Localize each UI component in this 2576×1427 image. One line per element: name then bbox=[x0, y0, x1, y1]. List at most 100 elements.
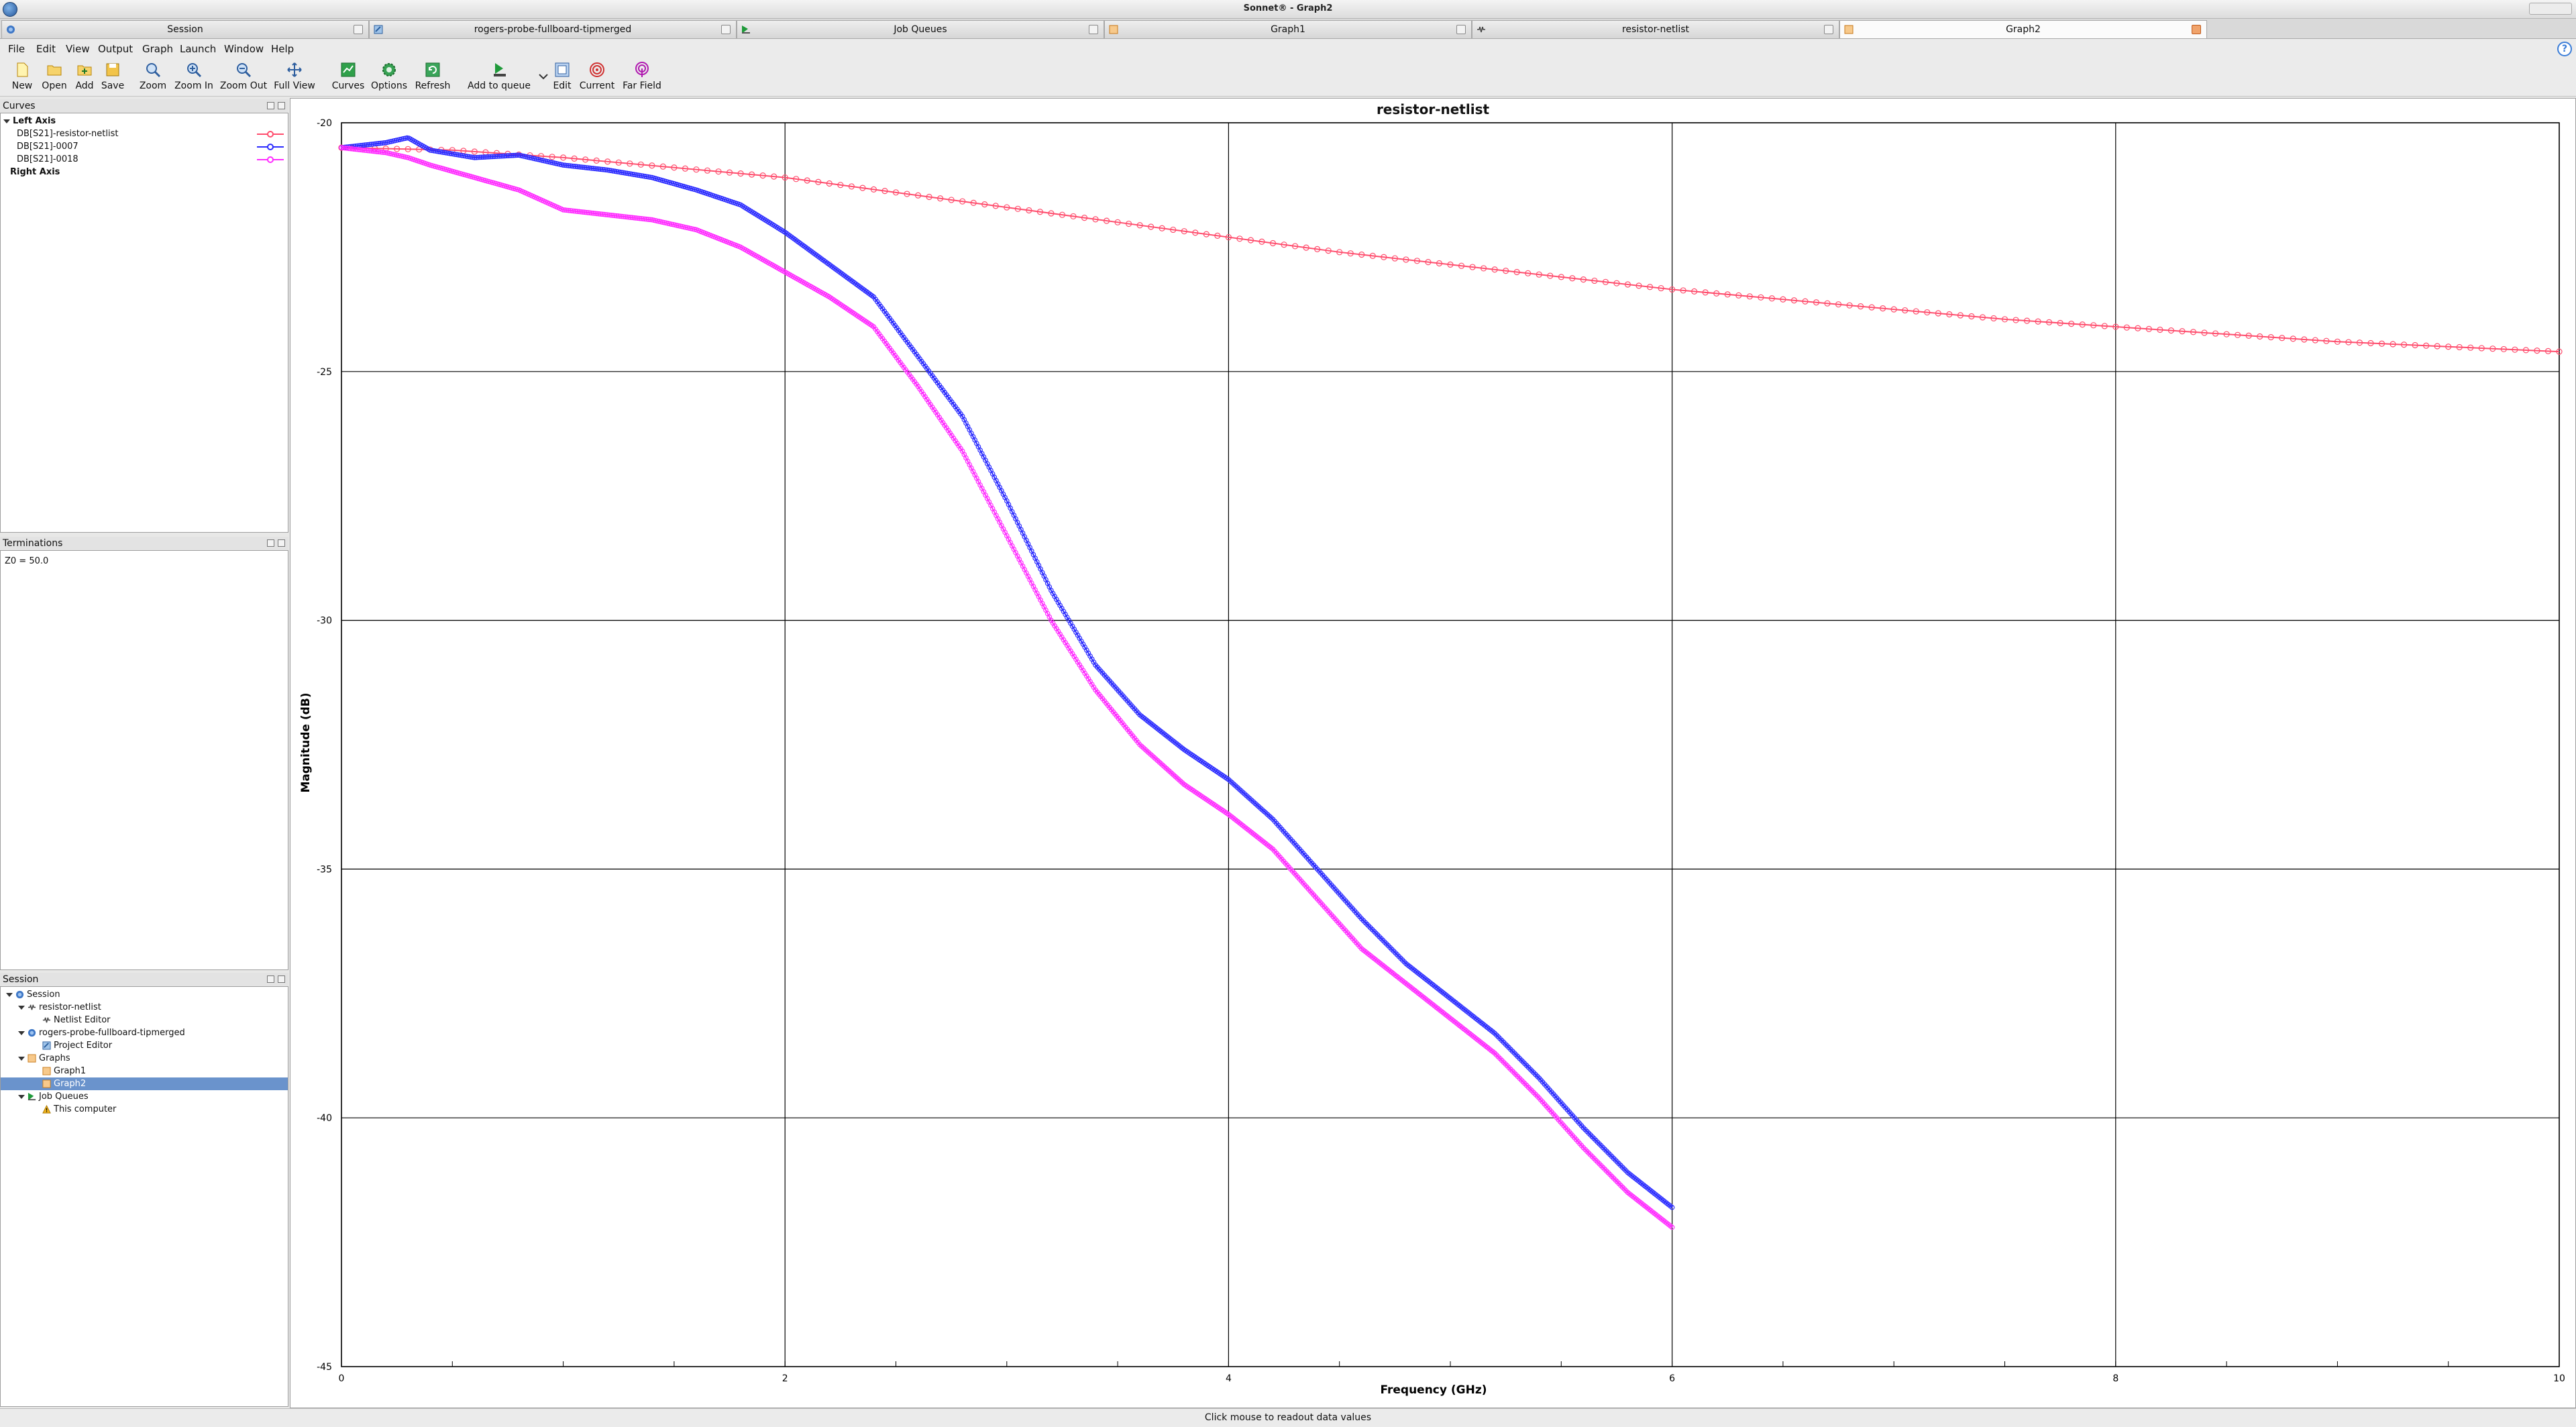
tab-resistor-netlist[interactable]: resistor-netlist bbox=[1472, 20, 1839, 38]
tree-label: Project Editor bbox=[54, 1041, 113, 1051]
y-tick-label: -35 bbox=[317, 864, 332, 875]
add-to-queue-button[interactable]: Add to queue bbox=[467, 59, 531, 95]
float-panel-icon[interactable] bbox=[267, 539, 274, 547]
far-field-button[interactable]: Far Field bbox=[620, 59, 664, 95]
close-icon[interactable] bbox=[354, 25, 363, 34]
expand-arrow-icon[interactable] bbox=[18, 1056, 25, 1061]
x-tick-label: 6 bbox=[1669, 1373, 1675, 1384]
tree-node-graph1[interactable]: Graph1 bbox=[1, 1065, 288, 1077]
menu-graph[interactable]: Graph bbox=[142, 43, 173, 55]
zoom-in-button[interactable]: Zoom In bbox=[172, 59, 216, 95]
menu-view[interactable]: View bbox=[66, 43, 90, 55]
graph-view[interactable]: resistor-netlist 0 2 4 6 8 10 -20 -25 -30 -35 -40… bbox=[290, 98, 2576, 1408]
curve-item[interactable]: DB[S21]-resistor-netlist bbox=[1, 127, 288, 140]
tree-label: This computer bbox=[54, 1104, 117, 1114]
expand-arrow-icon[interactable] bbox=[18, 1094, 25, 1099]
open-button[interactable]: Open bbox=[39, 59, 70, 95]
tree-node-job-queues[interactable]: Job Queues bbox=[1, 1090, 288, 1103]
menu-window[interactable]: Window bbox=[224, 43, 264, 55]
zoom-out-button[interactable]: Zoom Out bbox=[219, 59, 268, 95]
tree-node-session[interactable]: Session bbox=[1, 988, 288, 1001]
edit-button[interactable]: Edit bbox=[550, 59, 574, 95]
chart-grid bbox=[341, 122, 2560, 1367]
tab-graph2[interactable]: Graph2 bbox=[1839, 20, 2207, 38]
curves-button[interactable]: Curves bbox=[330, 59, 366, 95]
edit-icon bbox=[555, 62, 570, 77]
menu-file[interactable]: File bbox=[8, 43, 25, 55]
tab-session[interactable]: Session bbox=[1, 20, 369, 38]
tree-node-resistor-netlist[interactable]: resistor-netlist bbox=[1, 1001, 288, 1014]
refresh-button[interactable]: Refresh bbox=[412, 59, 453, 95]
chart-plot[interactable]: 0 2 4 6 8 10 -20 -25 -30 -35 -40 -45 Frequency (GH… bbox=[290, 99, 2576, 1409]
current-button[interactable]: Current bbox=[578, 59, 616, 95]
options-gear-icon bbox=[382, 63, 396, 76]
close-icon[interactable] bbox=[721, 25, 731, 34]
tab-job-queues[interactable]: Job Queues bbox=[737, 20, 1104, 38]
add-to-queue-dropdown[interactable] bbox=[535, 59, 548, 95]
y-tick-label: -25 bbox=[317, 367, 332, 378]
curve-item[interactable]: DB[S21]-0018 bbox=[1, 153, 288, 166]
tree-node-this-computer[interactable]: This computer bbox=[1, 1103, 288, 1116]
float-panel-icon[interactable] bbox=[267, 975, 274, 983]
tree-node-project-editor[interactable]: Project Editor bbox=[1, 1039, 288, 1052]
tree-node-graph2[interactable]: Graph2 bbox=[1, 1077, 288, 1090]
options-button[interactable]: Options bbox=[370, 59, 408, 95]
edit-label: Edit bbox=[553, 81, 572, 91]
menu-launch[interactable]: Launch bbox=[180, 43, 216, 55]
x-tick-label: 0 bbox=[339, 1373, 345, 1384]
tree-label: rogers-probe-fullboard-tipmerged bbox=[39, 1028, 185, 1038]
tree-node-graphs[interactable]: Graphs bbox=[1, 1052, 288, 1065]
tree-node-netlist-editor[interactable]: Netlist Editor bbox=[1, 1014, 288, 1026]
close-panel-icon[interactable] bbox=[278, 975, 285, 983]
zoom-out-icon bbox=[237, 63, 252, 78]
x-tick-label: 2 bbox=[782, 1373, 788, 1384]
curve-3 bbox=[339, 145, 1675, 1230]
float-panel-icon[interactable] bbox=[267, 102, 274, 109]
menu-help[interactable]: Help bbox=[271, 43, 294, 55]
window-title: Sonnet® - Graph2 bbox=[1243, 3, 1333, 13]
curve-line bbox=[341, 147, 2560, 353]
save-button[interactable]: Save bbox=[99, 59, 126, 95]
add-to-queue-label: Add to queue bbox=[468, 81, 531, 91]
close-icon[interactable] bbox=[2192, 25, 2201, 34]
curves-panel: Left Axis DB[S21]-resistor-netlist DB[S2… bbox=[0, 113, 288, 533]
tree-node-rogers-probe[interactable]: rogers-probe-fullboard-tipmerged bbox=[1, 1026, 288, 1039]
add-to-queue-icon bbox=[494, 63, 506, 76]
netlist-editor-icon bbox=[42, 1017, 51, 1023]
window-titlebar: Sonnet® - Graph2 bbox=[0, 0, 2576, 19]
help-icon[interactable]: ? bbox=[2557, 42, 2572, 56]
left-axis-label: Left Axis bbox=[13, 116, 56, 126]
curve-legend-swatch-icon bbox=[257, 144, 284, 150]
curve-item[interactable]: DB[S21]-0007 bbox=[1, 140, 288, 153]
close-icon[interactable] bbox=[1089, 25, 1098, 34]
curves-icon bbox=[341, 62, 356, 77]
close-panel-icon[interactable] bbox=[278, 102, 285, 109]
session-panel: Session resistor-netlist Netlist Editor … bbox=[0, 986, 288, 1407]
full-view-icon bbox=[287, 62, 302, 77]
curves-label: Curves bbox=[331, 81, 365, 91]
tab-rogers-probe[interactable]: rogers-probe-fullboard-tipmerged bbox=[369, 20, 737, 38]
close-panel-icon[interactable] bbox=[278, 539, 285, 547]
close-icon[interactable] bbox=[1456, 25, 1466, 34]
tab-label: rogers-probe-fullboard-tipmerged bbox=[474, 24, 632, 35]
menu-output[interactable]: Output bbox=[98, 43, 133, 55]
expand-arrow-icon[interactable] bbox=[18, 1005, 25, 1010]
expand-arrow-icon[interactable] bbox=[18, 1030, 25, 1035]
tab-graph1[interactable]: Graph1 bbox=[1104, 20, 1472, 38]
new-button[interactable]: New bbox=[8, 59, 36, 95]
close-icon[interactable] bbox=[1824, 25, 1833, 34]
full-view-button[interactable]: Full View bbox=[271, 59, 318, 95]
expand-arrow-icon[interactable] bbox=[3, 119, 10, 123]
zoom-button[interactable]: Zoom bbox=[138, 59, 168, 95]
right-axis-node[interactable]: Right Axis bbox=[1, 166, 288, 178]
graphs-folder-icon bbox=[28, 1054, 36, 1063]
expand-arrow-icon[interactable] bbox=[6, 992, 13, 997]
add-button[interactable]: Add bbox=[71, 59, 98, 95]
project-editor-icon bbox=[42, 1041, 51, 1050]
zoom-in-label: Zoom In bbox=[174, 81, 213, 91]
menu-edit[interactable]: Edit bbox=[36, 43, 56, 55]
tree-label: Netlist Editor bbox=[54, 1015, 111, 1025]
left-axis-node[interactable]: Left Axis bbox=[1, 115, 288, 127]
terminations-panel-title: Terminations bbox=[3, 538, 63, 549]
window-controls[interactable] bbox=[2529, 3, 2572, 15]
